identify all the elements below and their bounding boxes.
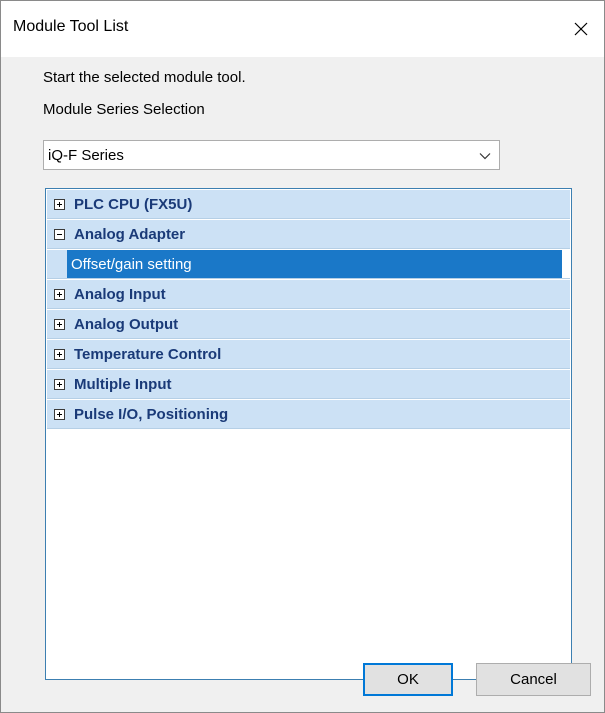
instruction-text: Start the selected module tool.	[43, 69, 246, 86]
ok-button[interactable]: OK	[363, 663, 453, 696]
tree-item-label: Pulse I/O, Positioning	[74, 405, 229, 423]
collapse-icon[interactable]	[54, 228, 65, 240]
series-selection-label: Module Series Selection	[43, 101, 205, 118]
expand-icon[interactable]	[54, 408, 65, 420]
dialog-content: Start the selected module tool. Module S…	[1, 57, 604, 712]
expand-icon[interactable]	[54, 378, 65, 390]
series-select[interactable]: iQ-F Series	[43, 140, 500, 170]
tree-item-analog-output[interactable]: Analog Output	[47, 310, 570, 339]
tree-item-analog-input[interactable]: Analog Input	[47, 280, 570, 309]
chevron-down-icon	[479, 153, 491, 160]
tree-item-label: Multiple Input	[74, 375, 172, 393]
selection-edge	[562, 250, 570, 278]
expand-icon[interactable]	[54, 198, 65, 210]
tree-item-multiple-input[interactable]: Multiple Input	[47, 370, 570, 399]
tree-item-label: Offset/gain setting	[71, 255, 192, 273]
expand-icon[interactable]	[54, 348, 65, 360]
cancel-button[interactable]: Cancel	[476, 663, 591, 696]
close-button[interactable]	[558, 1, 604, 57]
tree-item-plc-cpu[interactable]: PLC CPU (FX5U)	[47, 190, 570, 219]
module-tool-list-dialog: Module Tool List Start the selected modu…	[0, 0, 605, 713]
tree-item-label: Analog Output	[74, 315, 179, 333]
tree-item-label: Temperature Control	[74, 345, 222, 363]
expand-icon[interactable]	[54, 318, 65, 330]
window-title: Module Tool List	[13, 18, 129, 35]
expand-icon[interactable]	[54, 288, 65, 300]
close-icon	[574, 22, 588, 36]
series-select-value: iQ-F Series	[48, 146, 124, 164]
tree-item-label: Analog Input	[74, 285, 166, 303]
tree-item-pulse-io-positioning[interactable]: Pulse I/O, Positioning	[47, 400, 570, 429]
tree-item-offset-gain-setting[interactable]: Offset/gain setting	[67, 250, 562, 278]
tree-item-label: Analog Adapter	[74, 225, 186, 243]
tree-item-analog-adapter[interactable]: Analog Adapter	[47, 220, 570, 249]
module-tree[interactable]: PLC CPU (FX5U) Analog Adapter Offset/gai…	[45, 188, 572, 680]
tree-item-label: PLC CPU (FX5U)	[74, 195, 193, 213]
tree-item-temperature-control[interactable]: Temperature Control	[47, 340, 570, 369]
title-bar: Module Tool List	[1, 1, 604, 57]
